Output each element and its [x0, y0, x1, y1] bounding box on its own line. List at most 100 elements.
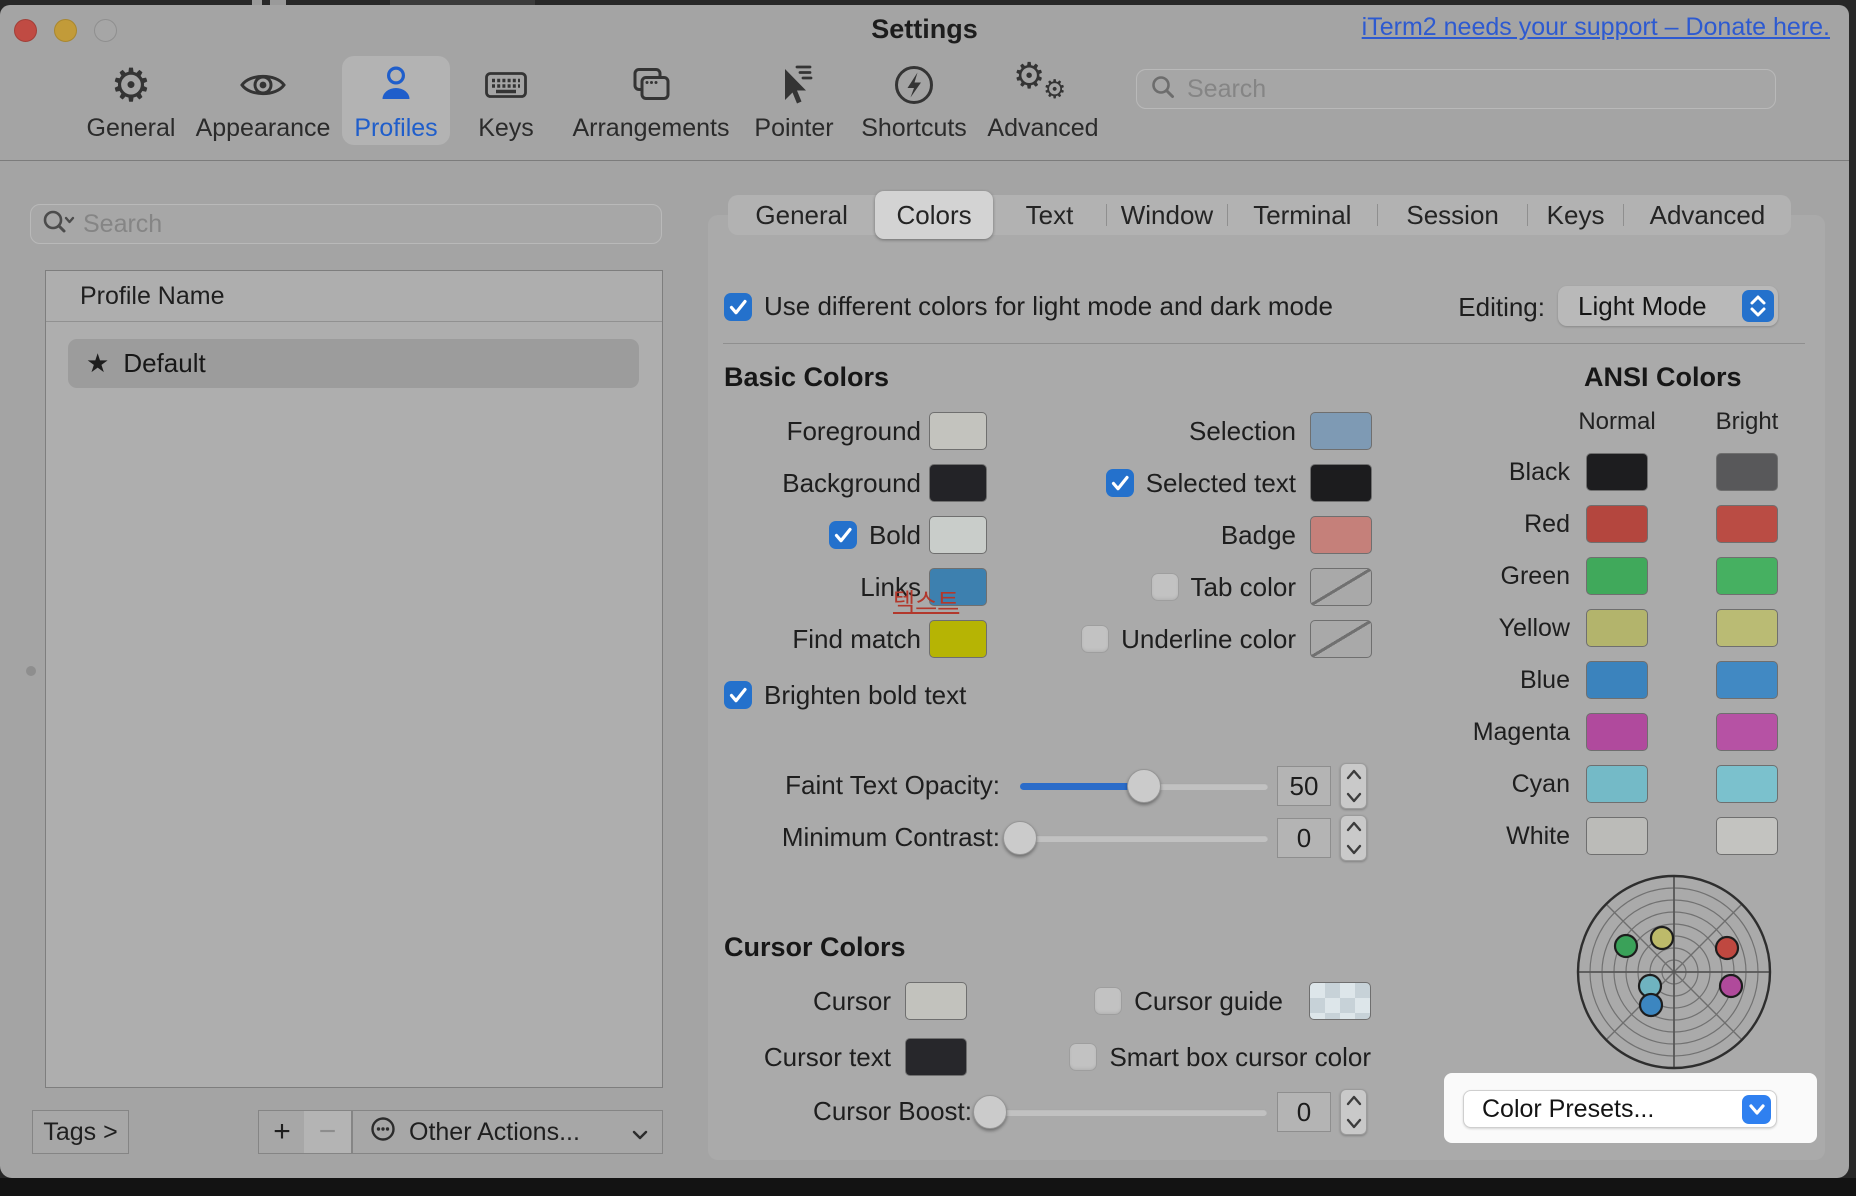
color-well[interactable] [1586, 505, 1648, 543]
section-divider [723, 343, 1805, 344]
faint-opacity-slider[interactable] [1020, 769, 1268, 803]
bold-checkbox[interactable] [829, 521, 857, 549]
cursor-boost-value[interactable]: 0 [1277, 1092, 1331, 1132]
other-actions-label: Other Actions... [409, 1118, 580, 1147]
color-well[interactable] [1310, 412, 1372, 450]
tab-advanced[interactable]: Advanced [1624, 195, 1791, 235]
ansi-bright-header: Bright [1690, 408, 1804, 436]
donate-link[interactable]: iTerm2 needs your support – Donate here. [1362, 13, 1830, 42]
color-well[interactable] [929, 516, 987, 554]
selected-text-row: Selected text [1040, 457, 1372, 509]
tab-terminal[interactable]: Terminal [1228, 195, 1377, 235]
color-well[interactable] [1310, 516, 1372, 554]
faint-opacity-stepper[interactable] [1340, 763, 1367, 809]
add-profile-button[interactable]: + [258, 1110, 306, 1154]
profile-search-field[interactable]: Search [30, 204, 662, 244]
cursor-color-swatch[interactable] [905, 982, 967, 1020]
underline-color-checkbox[interactable] [1081, 625, 1109, 653]
color-well[interactable] [1586, 609, 1648, 647]
wheel-color-dot[interactable] [1651, 927, 1673, 949]
tab-color-checkbox[interactable] [1151, 573, 1179, 601]
profile-tabs: GeneralColorsTextWindowTerminalSessionKe… [728, 195, 1791, 235]
color-well[interactable] [929, 620, 987, 658]
editing-label: Editing: [1400, 292, 1545, 323]
toolbar-search-field[interactable]: Search [1136, 69, 1776, 109]
gears-icon: ⚙⚙ [958, 58, 1128, 112]
min-contrast-slider[interactable] [1020, 821, 1268, 855]
profile-row-default[interactable]: ★ Default [68, 339, 639, 388]
tab-colors[interactable]: Colors [875, 191, 992, 239]
color-well[interactable] [1716, 505, 1778, 543]
color-row-label: Badge [1221, 520, 1296, 551]
toolbar-item-advanced[interactable]: ⚙⚙Advanced [958, 58, 1128, 144]
slider-knob[interactable] [973, 1095, 1007, 1129]
cursor-guide-swatch[interactable] [1309, 982, 1371, 1020]
star-icon: ★ [86, 349, 109, 379]
wheel-color-dot[interactable] [1720, 975, 1742, 997]
editing-mode-value: Light Mode [1578, 286, 1707, 326]
color-well[interactable] [1716, 765, 1778, 803]
color-presets-dropdown[interactable]: Color Presets... [1463, 1090, 1777, 1128]
color-well[interactable] [929, 412, 987, 450]
tags-button[interactable]: Tags > [32, 1110, 129, 1154]
color-well[interactable] [1310, 464, 1372, 502]
edge-artifact-dot [26, 666, 36, 676]
color-well[interactable] [1716, 557, 1778, 595]
tab-session[interactable]: Session [1378, 195, 1527, 235]
cursor-text-swatch[interactable] [905, 1038, 967, 1076]
color-well[interactable] [1716, 661, 1778, 699]
ansi-row-cyan: Cyan [1450, 758, 1780, 810]
tab-keys[interactable]: Keys [1528, 195, 1623, 235]
color-well[interactable] [1586, 661, 1648, 699]
toolbar-divider [0, 160, 1849, 161]
toolbar-search-placeholder: Search [1187, 75, 1266, 104]
color-well[interactable] [1586, 453, 1648, 491]
cursor-text-label: Cursor text [764, 1042, 891, 1073]
basic-colors-title: Basic Colors [724, 362, 889, 393]
updown-chevrons-icon [1742, 290, 1774, 322]
wheel-color-dot[interactable] [1640, 994, 1662, 1016]
use-different-colors-checkbox[interactable] [724, 293, 752, 321]
color-well[interactable] [1716, 713, 1778, 751]
editing-mode-dropdown[interactable]: Light Mode [1558, 286, 1778, 326]
color-well[interactable] [1310, 568, 1372, 606]
slider-knob[interactable] [1127, 769, 1161, 803]
color-well[interactable] [1716, 609, 1778, 647]
use-different-colors-row: Use different colors for light mode and … [724, 291, 1333, 322]
smart-box-label: Smart box cursor color [1109, 1042, 1371, 1073]
smart-box-checkbox[interactable] [1069, 1043, 1097, 1071]
ansi-row-label: Blue [1450, 666, 1570, 695]
wheel-color-dot[interactable] [1615, 935, 1637, 957]
color-well[interactable] [1716, 453, 1778, 491]
ansi-row-label: Cyan [1450, 770, 1570, 799]
brighten-bold-checkbox[interactable] [724, 681, 752, 709]
cursor-boost-stepper[interactable] [1340, 1089, 1367, 1135]
tab-text[interactable]: Text [993, 195, 1106, 235]
profile-list: Profile Name ★ Default [45, 270, 663, 1088]
other-actions-dropdown[interactable]: Other Actions... [352, 1110, 663, 1154]
remove-profile-button[interactable]: − [304, 1110, 352, 1154]
min-contrast-value[interactable]: 0 [1277, 818, 1331, 858]
ansi-row-magenta: Magenta [1450, 706, 1780, 758]
ansi-normal-header: Normal [1560, 408, 1674, 436]
color-well[interactable] [1586, 817, 1648, 855]
chevron-down-icon [632, 1118, 648, 1147]
wheel-color-dot[interactable] [1716, 937, 1738, 959]
color-well[interactable] [1310, 620, 1372, 658]
selected-text-checkbox[interactable] [1106, 469, 1134, 497]
color-well[interactable] [929, 464, 987, 502]
min-contrast-stepper[interactable] [1340, 815, 1367, 861]
color-well[interactable] [1586, 765, 1648, 803]
tab-window[interactable]: Window [1107, 195, 1226, 235]
color-wheel[interactable] [1574, 872, 1774, 1077]
tab-general[interactable]: General [728, 195, 875, 235]
slider-knob[interactable] [1003, 821, 1037, 855]
color-well[interactable] [1586, 713, 1648, 751]
color-well[interactable] [1586, 557, 1648, 595]
ansi-row-label: Magenta [1450, 718, 1570, 747]
color-well[interactable] [1716, 817, 1778, 855]
ansi-row-green: Green [1450, 550, 1780, 602]
faint-opacity-value[interactable]: 50 [1277, 766, 1331, 806]
cursor-boost-slider[interactable] [990, 1095, 1267, 1129]
cursor-guide-checkbox[interactable] [1094, 987, 1122, 1015]
